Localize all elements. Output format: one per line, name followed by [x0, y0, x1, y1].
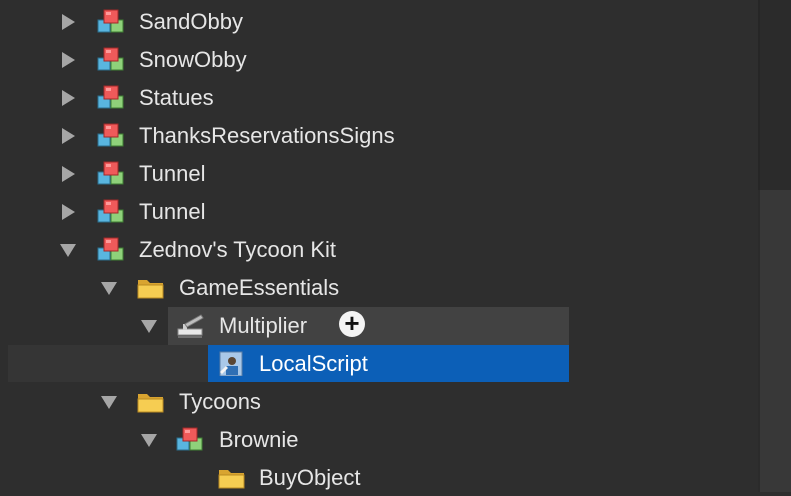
- tree-item-label: Multiplier: [219, 313, 308, 338]
- collapse-arrow-icon[interactable]: [60, 244, 76, 257]
- tree-item-localscript[interactable]: LocalScript: [0, 344, 758, 382]
- model-icon: [97, 237, 124, 261]
- tool-icon: [177, 314, 204, 338]
- expand-arrow-icon[interactable]: [62, 166, 75, 182]
- expand-arrow-icon[interactable]: [62, 52, 75, 68]
- collapse-arrow-icon[interactable]: [101, 282, 117, 295]
- model-icon: [97, 123, 124, 147]
- folder-icon: [137, 279, 164, 299]
- insert-object-plus-icon[interactable]: +: [339, 310, 365, 337]
- tree-item-gameessentials[interactable]: GameEssentials: [0, 268, 758, 306]
- tree-item-multiplier[interactable]: Multiplier +: [0, 306, 758, 344]
- model-icon: [97, 9, 124, 33]
- scrollbar-divider: [758, 0, 760, 190]
- tree-item-tycoons[interactable]: Tycoons: [0, 382, 758, 420]
- expand-arrow-icon[interactable]: [62, 90, 75, 106]
- tree-item-label: SandObby: [139, 9, 243, 34]
- expand-arrow-icon[interactable]: [62, 128, 75, 144]
- tree-item-label: ThanksReservationsSigns: [139, 123, 395, 148]
- model-icon: [176, 427, 203, 451]
- tree-item-sandobby[interactable]: SandObby: [0, 2, 758, 40]
- tree-item-statues[interactable]: Statues: [0, 78, 758, 116]
- tree-item-label: Tunnel: [139, 199, 206, 224]
- collapse-arrow-icon[interactable]: [101, 396, 117, 409]
- tree-scrollbar-thumb[interactable]: [760, 190, 791, 492]
- model-icon: [97, 85, 124, 109]
- tree-item-label: Zednov's Tycoon Kit: [139, 237, 337, 262]
- tree-item-label: BuyObject: [259, 465, 361, 490]
- model-icon: [97, 199, 124, 223]
- expand-arrow-icon[interactable]: [62, 14, 75, 30]
- tree-item-snowobby[interactable]: SnowObby: [0, 40, 758, 78]
- tree-item-label: Tycoons: [179, 389, 261, 414]
- tree-item-buyobject[interactable]: BuyObject: [0, 458, 758, 496]
- tree-item-label: GameEssentials: [179, 275, 340, 300]
- tree-item-tunnel[interactable]: Tunnel: [0, 154, 758, 192]
- tree-item-label: SnowObby: [139, 47, 247, 72]
- tree-item-label: Tunnel: [139, 161, 206, 186]
- model-icon: [97, 161, 124, 185]
- collapse-arrow-icon[interactable]: [141, 320, 157, 333]
- expand-arrow-icon[interactable]: [62, 204, 75, 220]
- tree-item-brownie[interactable]: Brownie: [0, 420, 758, 458]
- tree-item-label: LocalScript: [259, 351, 368, 376]
- tree-item-thanksreservationssigns[interactable]: ThanksReservationsSigns: [0, 116, 758, 154]
- tree-item-tunnel[interactable]: Tunnel: [0, 192, 758, 230]
- tree-item-label: Statues: [139, 85, 214, 110]
- local-script-icon: [219, 351, 243, 376]
- tree-item-label: Brownie: [219, 427, 299, 452]
- collapse-arrow-icon[interactable]: [141, 434, 157, 447]
- tree-item-zednovs-tycoon-kit[interactable]: Zednov's Tycoon Kit: [0, 230, 758, 268]
- folder-icon: [137, 393, 164, 413]
- model-icon: [97, 47, 124, 71]
- folder-icon: [218, 469, 245, 489]
